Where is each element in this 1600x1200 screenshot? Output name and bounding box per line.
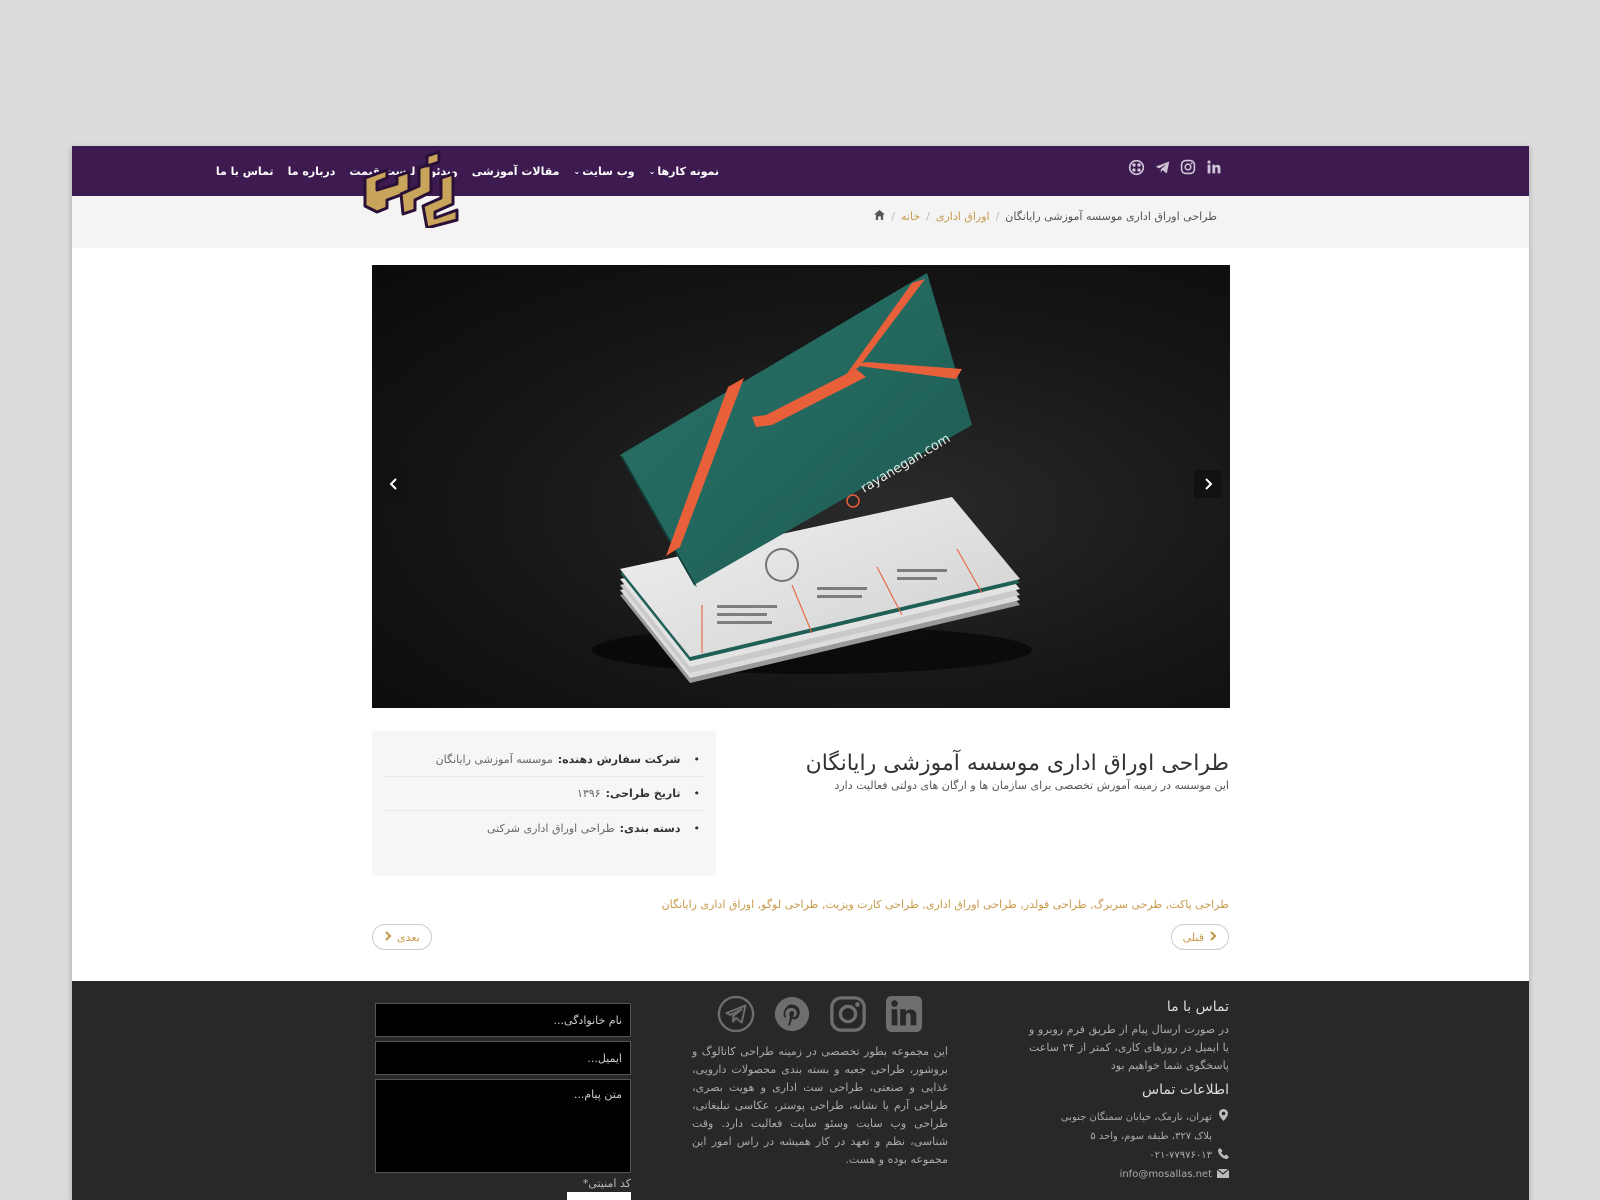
- linkedin-icon[interactable]: [1205, 158, 1223, 176]
- info-label: شرکت سفارش دهنده:: [557, 753, 681, 766]
- footer-email: info@mosallas.net: [1029, 1165, 1230, 1184]
- nav-website-label: وب سایت: [582, 164, 635, 178]
- site-logo[interactable]: [357, 148, 467, 230]
- slider-next-button[interactable]: [1194, 470, 1222, 498]
- nav-about[interactable]: درباره ما: [288, 165, 336, 178]
- address-line-2: پلاک ۳۲۷، طبقه سوم، واحد ۵: [1090, 1131, 1212, 1142]
- project-tags: طراحی پاکت, طرحی سربرگ, طراحی فولدر, طرا…: [661, 898, 1229, 911]
- instagram-icon[interactable]: [829, 995, 867, 1033]
- footer-address-2: پلاک ۳۲۷، طبقه سوم، واحد ۵: [1029, 1127, 1229, 1146]
- nav-portfolio[interactable]: نمونه کارها ⌄: [649, 165, 719, 178]
- captcha-image: [567, 1192, 631, 1200]
- address-line-1: تهران، نارمک، خیابان سمنگان جنوبی: [1060, 1112, 1212, 1123]
- pinterest-icon[interactable]: [773, 995, 811, 1033]
- nav-articles[interactable]: مقالات آموزشی: [472, 165, 560, 178]
- breadcrumb-separator: /: [891, 210, 896, 223]
- aparat-icon[interactable]: [1127, 158, 1145, 176]
- chevron-down-icon: ⌄: [648, 166, 656, 176]
- tag-link[interactable]: طراحی اوراق اداری: [926, 898, 1017, 911]
- project-title: طراحی اوراق اداری موسسه آموزشی رایانگان: [805, 751, 1229, 776]
- chevron-right-icon: [1205, 478, 1213, 490]
- breadcrumb-current: طراحی اوراق اداری موسسه آموزشی رایانگان: [1005, 210, 1217, 223]
- footer-info-title: اطلاعات تماس: [1142, 1082, 1229, 1098]
- instagram-icon[interactable]: [1179, 158, 1197, 176]
- breadcrumb-separator: /: [926, 210, 930, 223]
- chevron-down-icon: ⌄: [573, 166, 581, 176]
- footer-about-column: این مجموعه بطور تخصصی در زمینه طراحی کات…: [692, 995, 948, 1169]
- telegram-icon[interactable]: [1153, 158, 1171, 176]
- map-pin-icon: [1217, 1108, 1229, 1127]
- email-field[interactable]: [375, 1041, 631, 1075]
- next-label: بعدی: [397, 930, 420, 944]
- info-row-category: • دسته بندی: طراحی اوراق اداری شرکتی: [384, 811, 704, 845]
- nav-portfolio-label: نمونه کارها: [657, 164, 719, 178]
- phone-icon: [1217, 1146, 1229, 1165]
- main-menu: تماس با ما درباره ما لیست قیمت ویدئو مقا…: [216, 146, 719, 196]
- info-row-client: • شرکت سفارش دهنده: موسسه آموزشی رایانگا…: [384, 743, 704, 777]
- breadcrumb-category[interactable]: اوراق اداری: [936, 210, 990, 223]
- top-navbar: تماس با ما درباره ما لیست قیمت ویدئو مقا…: [72, 146, 1529, 230]
- home-icon[interactable]: [874, 210, 886, 223]
- next-project-button[interactable]: بعدی: [372, 924, 432, 950]
- nav-contact-label: تماس با ما: [215, 164, 274, 178]
- previous-label: قبلی: [1182, 930, 1204, 944]
- breadcrumb-band: / خانه / اوراق اداری / طراحی اوراق اداری…: [72, 196, 1529, 248]
- nav-website[interactable]: وب سایت ⌄: [573, 165, 634, 178]
- tag-link[interactable]: طراحی فولدر: [1024, 898, 1087, 911]
- nav-contact[interactable]: تماس با ما: [216, 165, 274, 178]
- footer: تماس با ما در صورت ارسال پیام از طریق فر…: [72, 981, 1529, 1200]
- browser-frame: تماس با ما درباره ما لیست قیمت ویدئو مقا…: [72, 146, 1529, 1200]
- telegram-icon[interactable]: [717, 995, 755, 1033]
- chevron-right-icon: [1209, 930, 1217, 944]
- info-label: تاریخ طراحی:: [605, 787, 681, 800]
- project-info-box: • شرکت سفارش دهنده: موسسه آموزشی رایانگا…: [372, 731, 716, 876]
- slider-prev-button[interactable]: [380, 470, 408, 498]
- email-address[interactable]: info@mosallas.net: [1120, 1165, 1212, 1184]
- linkedin-icon[interactable]: [885, 995, 923, 1033]
- footer-social-links: [692, 995, 948, 1033]
- bullet: •: [693, 753, 701, 766]
- nav-about-label: درباره ما: [287, 164, 336, 178]
- footer-address: تهران، نارمک، خیابان سمنگان جنوبی: [1029, 1108, 1229, 1127]
- tag-link[interactable]: طرحی سربرگ: [1094, 898, 1163, 911]
- chevron-left-icon: [389, 478, 397, 490]
- footer-contact-title: تماس با ما: [1166, 999, 1229, 1015]
- tag-link[interactable]: طراحی لوگو: [761, 898, 818, 911]
- bullet: •: [693, 821, 701, 835]
- info-value: موسسه آموزشی رایانگان: [435, 753, 553, 766]
- info-value: ۱۳۹۶: [576, 787, 601, 800]
- footer-contact-column: تماس با ما در صورت ارسال پیام از طریق فر…: [1029, 999, 1230, 1184]
- breadcrumb-separator: /: [995, 210, 1000, 223]
- footer-phone: ۰۲۱-۷۷۹۷۶۰۱۳: [1029, 1146, 1229, 1165]
- project-image-slider: rayanegan.com: [372, 265, 1230, 708]
- bullet: •: [693, 787, 701, 800]
- business-card-mockup: rayanegan.com: [592, 273, 1032, 683]
- chevron-right-icon: [384, 930, 392, 944]
- header-social-links: [1127, 158, 1223, 176]
- previous-project-button[interactable]: قبلی: [1170, 924, 1229, 950]
- tag-link[interactable]: طراحی پاکت: [1169, 898, 1229, 911]
- envelope-icon: [1216, 1165, 1230, 1184]
- message-field[interactable]: [375, 1079, 631, 1173]
- breadcrumb-home[interactable]: خانه: [901, 210, 920, 223]
- nav-articles-label: مقالات آموزشی: [471, 164, 560, 178]
- breadcrumb: / خانه / اوراق اداری / طراحی اوراق اداری…: [874, 210, 1217, 223]
- phone-number[interactable]: ۰۲۱-۷۷۹۷۶۰۱۳: [1149, 1146, 1212, 1165]
- info-label: دسته بندی:: [619, 821, 681, 835]
- tag-link[interactable]: اوراق اداری رایانگان: [662, 898, 755, 911]
- footer-contact-form: کد امنیتی*: [375, 1003, 631, 1200]
- info-row-date: • تاریخ طراحی: ۱۳۹۶: [384, 777, 704, 811]
- footer-about-text: این مجموعه بطور تخصصی در زمینه طراحی کات…: [692, 1045, 948, 1166]
- project-description: این موسسه در زمینه آموزش تخصصی برای سازم…: [834, 779, 1229, 792]
- info-value: طراحی اوراق اداری شرکتی: [487, 821, 615, 835]
- footer-contact-text: در صورت ارسال پیام از طریق فرم روبرو و ی…: [1029, 1023, 1229, 1072]
- name-field[interactable]: [375, 1003, 631, 1037]
- captcha-label: کد امنیتی*: [582, 1177, 631, 1190]
- tag-link[interactable]: طراحی کارت ویزیت: [825, 898, 918, 911]
